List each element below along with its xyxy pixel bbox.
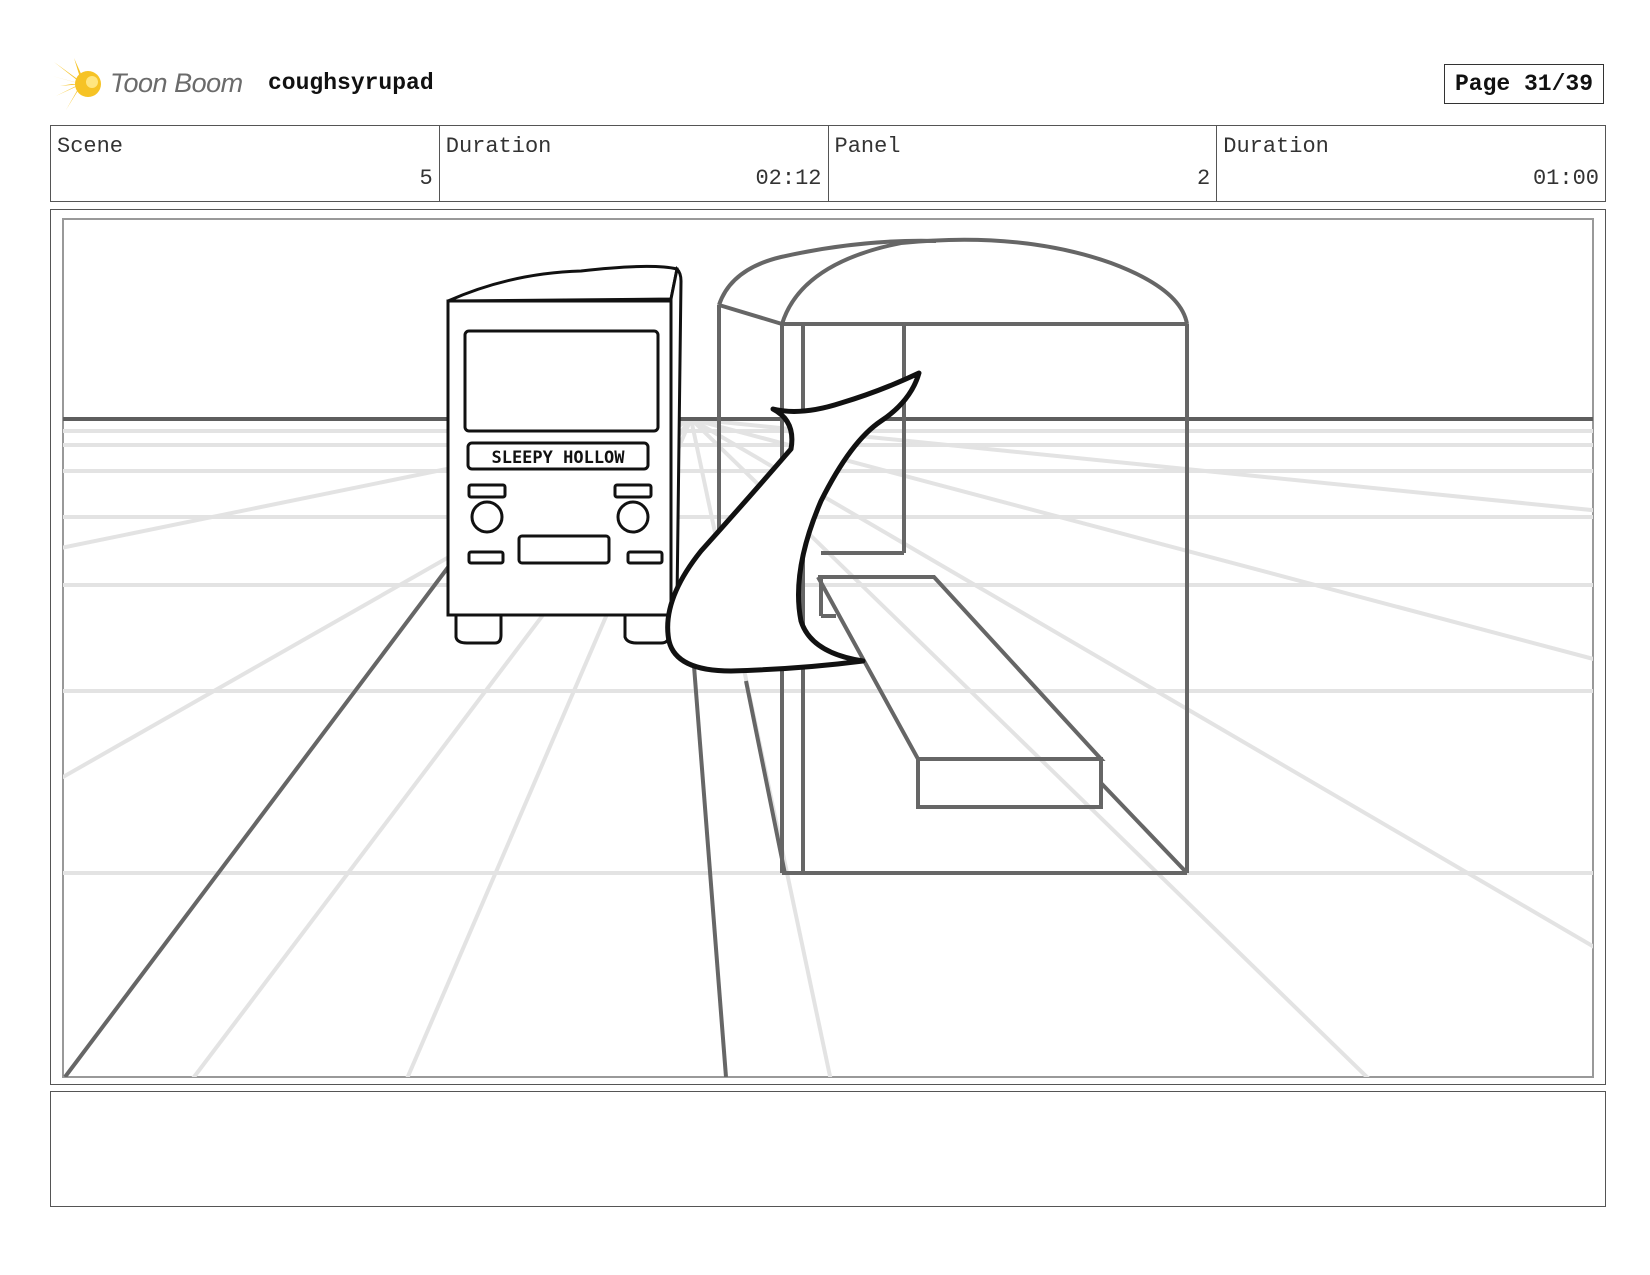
panel-duration-cell: Duration 01:00: [1217, 126, 1605, 201]
panel-duration-label: Duration: [1223, 134, 1329, 159]
starburst-icon: [52, 58, 101, 110]
scene-duration-value: 02:12: [755, 166, 822, 191]
panel-cell: Panel 2: [829, 126, 1218, 201]
panel-label: Panel: [834, 134, 901, 159]
panel-sketch: SLEEPY HOLLOW: [62, 218, 1594, 1078]
page-indicator: Page 31/39: [1444, 64, 1604, 104]
scene-label: Scene: [57, 134, 124, 159]
panel-duration-value: 01:00: [1532, 166, 1599, 191]
bus-sign-text: SLEEPY HOLLOW: [491, 448, 625, 468]
toon-boom-logo: Toon Boom: [52, 56, 252, 112]
project-name: coughsyrupad: [268, 70, 434, 96]
perspective-grid: [63, 417, 1593, 1077]
scene-cell: Scene 5: [51, 126, 440, 201]
storyboard-panel: SLEEPY HOLLOW: [50, 209, 1606, 1085]
scene-info-table: Scene 5 Duration 02:12 Panel 2 Duration …: [50, 125, 1606, 202]
panel-value: 2: [1197, 166, 1211, 191]
panel-notes-box: [50, 1091, 1606, 1207]
scene-duration-cell: Duration 02:12: [440, 126, 829, 201]
logo-text: Toon Boom: [110, 68, 243, 98]
scene-duration-label: Duration: [445, 134, 552, 159]
scene-value: 5: [419, 166, 433, 191]
